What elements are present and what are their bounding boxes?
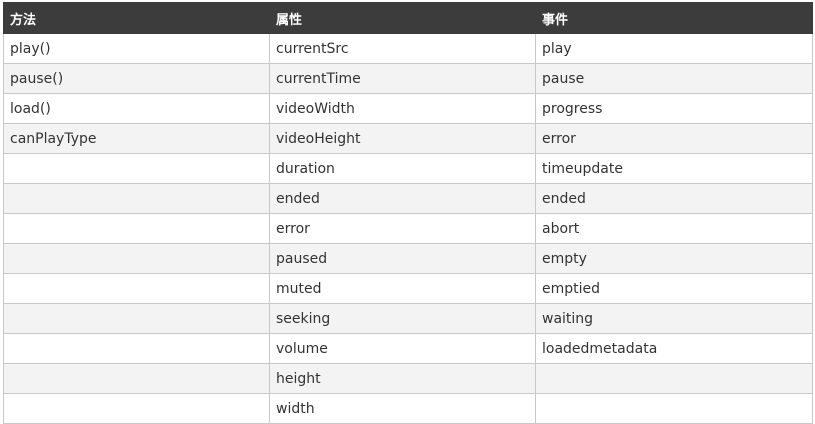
table-header-row: 方法 属性 事件: [3, 2, 813, 34]
event-cell: loadedmetadata: [535, 333, 813, 364]
method-cell: [3, 243, 270, 274]
table-row: pause() currentTime pause: [3, 63, 813, 94]
event-cell: abort: [535, 213, 813, 244]
table-row: paused empty: [3, 243, 813, 274]
event-cell: empty: [535, 243, 813, 274]
table-row: ended ended: [3, 183, 813, 214]
property-cell: currentSrc: [269, 33, 536, 64]
method-cell: play(): [3, 33, 270, 64]
method-cell: [3, 303, 270, 334]
property-cell: width: [269, 393, 536, 424]
method-cell: pause(): [3, 63, 270, 94]
method-cell: [3, 153, 270, 184]
method-cell: [3, 273, 270, 304]
table-row: width: [3, 393, 813, 424]
property-cell: videoWidth: [269, 93, 536, 124]
method-cell: canPlayType: [3, 123, 270, 154]
header-methods: 方法: [3, 2, 270, 34]
event-cell: ended: [535, 183, 813, 214]
table-row: error abort: [3, 213, 813, 244]
table-row: height: [3, 363, 813, 394]
method-cell: [3, 363, 270, 394]
header-properties: 属性: [269, 2, 536, 34]
table-row: duration timeupdate: [3, 153, 813, 184]
event-cell: emptied: [535, 273, 813, 304]
header-events: 事件: [535, 2, 813, 34]
property-cell: duration: [269, 153, 536, 184]
table-body: play() currentSrc play pause() currentTi…: [3, 33, 813, 424]
method-cell: [3, 393, 270, 424]
property-cell: seeking: [269, 303, 536, 334]
table-row: seeking waiting: [3, 303, 813, 334]
property-cell: height: [269, 363, 536, 394]
property-cell: paused: [269, 243, 536, 274]
event-cell: [535, 363, 813, 394]
event-cell: error: [535, 123, 813, 154]
table-row: muted emptied: [3, 273, 813, 304]
event-cell: timeupdate: [535, 153, 813, 184]
property-cell: volume: [269, 333, 536, 364]
property-cell: error: [269, 213, 536, 244]
property-cell: currentTime: [269, 63, 536, 94]
property-cell: muted: [269, 273, 536, 304]
property-cell: videoHeight: [269, 123, 536, 154]
table-row: volume loadedmetadata: [3, 333, 813, 364]
method-cell: [3, 333, 270, 364]
method-cell: load(): [3, 93, 270, 124]
event-cell: [535, 393, 813, 424]
event-cell: play: [535, 33, 813, 64]
media-api-table: 方法 属性 事件 play() currentSrc play pause() …: [3, 2, 813, 424]
property-cell: ended: [269, 183, 536, 214]
table-row: load() videoWidth progress: [3, 93, 813, 124]
table-row: play() currentSrc play: [3, 33, 813, 64]
event-cell: waiting: [535, 303, 813, 334]
method-cell: [3, 183, 270, 214]
media-api-table-container: 方法 属性 事件 play() currentSrc play pause() …: [3, 2, 813, 424]
table-row: canPlayType videoHeight error: [3, 123, 813, 154]
method-cell: [3, 213, 270, 244]
event-cell: progress: [535, 93, 813, 124]
event-cell: pause: [535, 63, 813, 94]
